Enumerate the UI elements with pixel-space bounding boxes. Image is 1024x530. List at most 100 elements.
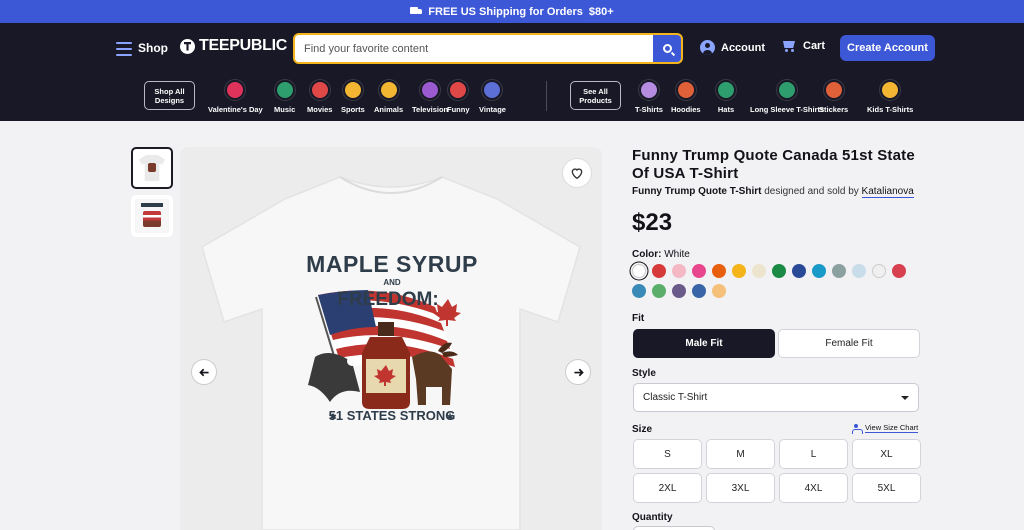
cart-label: Cart [803,40,826,52]
category-vintage[interactable]: Vintage [479,80,506,114]
color-swatch[interactable] [652,264,666,278]
long-sleeve-icon [777,80,798,100]
thumbnail-list [131,147,173,243]
color-swatch[interactable] [872,264,886,278]
color-swatch[interactable] [812,264,826,278]
teepublic-logo[interactable]: TEEPUBLIC [180,37,287,55]
cart-icon [781,40,797,52]
category-music[interactable]: Music [274,80,295,114]
size-chart-icon [852,423,863,434]
previous-image-button[interactable] [191,359,217,385]
product-category-hoodies[interactable]: Hoodies [671,80,701,114]
product-title: Funny Trump Quote Canada 51st State Of U… [632,147,915,182]
search-button[interactable] [653,35,681,62]
thumbnail-shirt[interactable] [131,147,173,189]
color-swatch[interactable] [892,264,906,278]
color-swatch[interactable] [792,264,806,278]
style-value: Classic T-Shirt [643,392,708,403]
product-price: $23 [632,209,673,236]
favorite-button[interactable] [562,158,592,188]
size-button-l[interactable]: L [779,439,848,469]
female-fit-button[interactable]: Female Fit [778,329,920,358]
byline-middle: designed and sold by [764,186,859,197]
category-bar: Shop All Designs Valentine's Day Music Mov… [0,76,1024,121]
chevron-down-icon [901,396,909,400]
product-image: MAPLE SYRUP AND FREEDOM: 51 STATES STRON… [180,147,602,530]
size-button-2xl[interactable]: 2XL [633,473,702,503]
color-swatch[interactable] [712,284,726,298]
category-sports[interactable]: Sports [341,80,365,114]
category-label: Stickers [819,105,849,114]
color-swatch[interactable] [852,264,866,278]
category-label: Funny [447,105,470,114]
style-label: Style [632,368,656,379]
design-tagline: 51 STATES STRONG [329,408,456,423]
size-button-xl[interactable]: XL [852,439,921,469]
color-swatch[interactable] [772,264,786,278]
author-link[interactable]: Katalianova [861,186,914,198]
retro-tv-icon [482,80,503,100]
cart-link[interactable]: Cart [781,40,825,52]
size-button-3xl[interactable]: 3XL [706,473,775,503]
product-category-kids-t-shirts[interactable]: Kids T-Shirts [867,80,913,114]
color-swatch[interactable] [832,264,846,278]
category-label: Hoodies [671,105,701,114]
see-all-products-button[interactable]: See All Products [570,81,621,110]
category-label: Sports [341,105,365,114]
next-image-button[interactable] [565,359,591,385]
category-label: Kids T-Shirts [867,105,914,114]
style-select[interactable]: Classic T-Shirt [633,383,919,412]
create-account-button[interactable]: Create Account [840,35,935,61]
promo-amount: $80+ [588,5,614,18]
category-movies[interactable]: Movies [307,80,332,114]
color-label-key: Color: [632,249,662,260]
male-fit-button[interactable]: Male Fit [633,329,775,358]
color-swatch[interactable] [652,284,666,298]
color-swatch[interactable] [752,264,766,278]
color-swatch[interactable] [672,264,686,278]
category-valentine-s-day[interactable]: Valentine's Day [208,80,263,114]
account-link[interactable]: Account [700,40,765,55]
tshirt-icon [638,80,659,100]
product-category-hats[interactable]: Hats [716,80,736,114]
hamburger-menu-icon[interactable] [116,42,132,56]
thumbnail-design[interactable] [131,195,173,237]
design-headline-and: AND [383,278,401,287]
color-swatch[interactable] [632,284,646,298]
size-options: S M L XL 2XL 3XL 4XL 5XL [633,439,921,503]
color-swatch[interactable] [632,264,646,278]
product-category-long-sleeve-t-shirts[interactable]: Long Sleeve T-Shirts [750,80,824,114]
heart-icon [571,168,583,180]
color-swatch[interactable] [692,284,706,298]
popcorn-icon [309,80,330,100]
size-button-m[interactable]: M [706,439,775,469]
cat-icon [378,80,399,100]
tv-icon [420,80,441,100]
color-swatch[interactable] [672,284,686,298]
shop-all-designs-button[interactable]: Shop All Designs [144,81,195,110]
color-swatch[interactable] [712,264,726,278]
heart-rocket-icon [225,80,246,100]
size-button-5xl[interactable]: 5XL [852,473,921,503]
product-category-stickers[interactable]: Stickers [819,80,848,114]
quantity-selector[interactable] [633,526,715,530]
size-button-4xl[interactable]: 4XL [779,473,848,503]
category-television[interactable]: Television [412,80,448,114]
category-label: Movies [307,105,333,114]
category-animals[interactable]: Animals [374,80,403,114]
category-label: Valentine's Day [208,105,263,114]
view-size-chart-link[interactable]: View Size Chart [852,423,919,434]
design-thumbnail-image [135,199,169,233]
size-button-s[interactable]: S [633,439,702,469]
racket-icon [342,80,363,100]
category-funny[interactable]: Funny [447,80,470,114]
search-input[interactable] [295,35,653,62]
shop-menu-button[interactable]: Shop [138,41,168,55]
site-header: Shop TEEPUBLIC Account Cart Create Accou… [0,23,1024,121]
arrow-right-icon [573,368,584,376]
color-swatch[interactable] [732,264,746,278]
design-headline-1: MAPLE SYRUP [306,251,478,277]
svg-text:✱: ✱ [329,412,337,422]
color-swatch[interactable] [692,264,706,278]
product-category-t-shirts[interactable]: T-Shirts [635,80,663,114]
